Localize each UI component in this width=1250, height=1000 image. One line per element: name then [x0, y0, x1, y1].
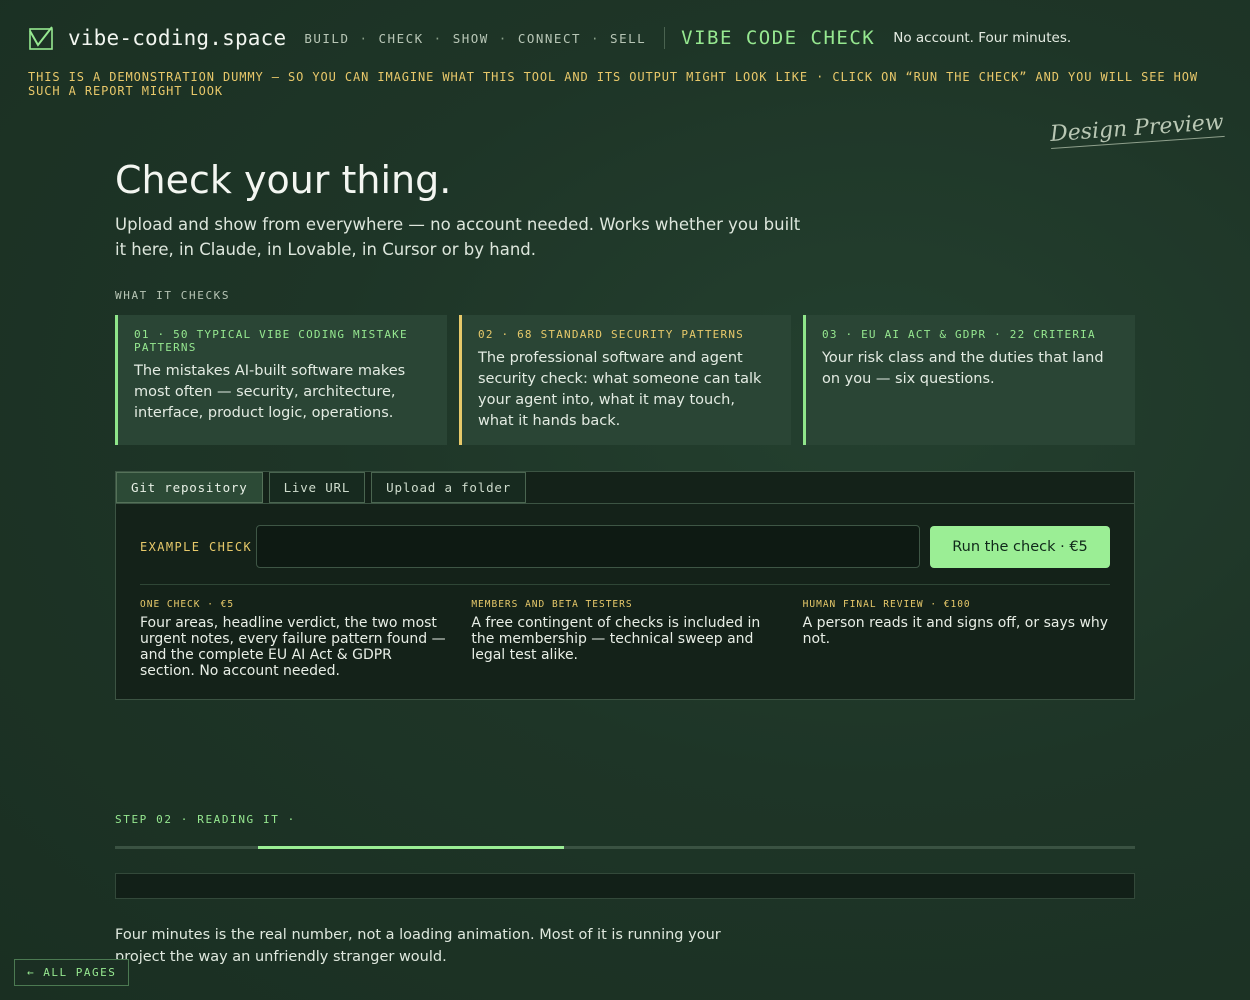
nav-item-build[interactable]: BUILD: [304, 31, 349, 46]
nav-item-sell[interactable]: SELL: [610, 31, 646, 46]
tab-git-repository[interactable]: Git repository: [116, 472, 263, 503]
example-check-label: EXAMPLE CHECK: [140, 539, 253, 554]
nav-item-check[interactable]: CHECK: [379, 31, 424, 46]
check-input-row: EXAMPLE CHECK Run the check · €5: [140, 525, 1110, 568]
nav-separator: ·: [498, 30, 508, 46]
progress-bar: [115, 846, 1135, 849]
checkmark-logo-icon[interactable]: [28, 25, 54, 51]
nav-item-show[interactable]: SHOW: [453, 31, 489, 46]
nav-separator: ·: [433, 30, 443, 46]
header-divider: [664, 27, 666, 49]
tier-body: A free contingent of checks is included …: [471, 615, 761, 663]
check-card-security-patterns: 02 · 68 STANDARD SECURITY PATTERNS The p…: [459, 315, 791, 445]
tabs-underline: [116, 503, 1134, 504]
step-label: STEP 02 · READING IT ·: [115, 813, 296, 826]
source-tabs: Git repository Live URL Upload a folder: [116, 472, 527, 503]
all-pages-button[interactable]: ← ALL PAGES: [14, 959, 130, 986]
card-body: The professional software and agent secu…: [478, 350, 762, 429]
page-lead: Upload and show from everywhere — no acc…: [115, 215, 801, 259]
panel-divider: [140, 584, 1110, 585]
demo-banner: THIS IS A DEMONSTRATION DUMMY — SO YOU C…: [28, 70, 1198, 98]
check-panel: Git repository Live URL Upload a folder …: [115, 471, 1135, 700]
step-note: Four minutes is the real number, not a l…: [115, 927, 721, 965]
design-preview-stamp: Design Preview: [1049, 109, 1225, 150]
tab-upload-folder[interactable]: Upload a folder: [371, 472, 527, 503]
pricing-tiers: ONE CHECK · €5 Four areas, headline verd…: [140, 599, 1110, 679]
tier-members: MEMBERS AND BETA TESTERS A free continge…: [471, 599, 778, 679]
tier-body: A person reads it and signs off, or says…: [802, 615, 1109, 647]
card-title: 03 · EU AI ACT & GDPR · 22 CRITERIA: [822, 328, 1096, 341]
tier-title: MEMBERS AND BETA TESTERS: [471, 599, 633, 610]
tier-body: Four areas, headline verdict, the two mo…: [140, 615, 446, 679]
nav-separator: ·: [591, 30, 601, 46]
tier-human-review: HUMAN FINAL REVIEW · €100 A person reads…: [803, 599, 1110, 679]
card-title: 02 · 68 STANDARD SECURITY PATTERNS: [478, 328, 744, 341]
main-nav: BUILD · CHECK · SHOW · CONNECT · SELL: [304, 31, 646, 46]
tier-title: ONE CHECK · €5: [140, 599, 235, 610]
header-tagline: No account. Four minutes.: [893, 30, 1072, 46]
card-body: The mistakes AI-built software makes mos…: [134, 363, 406, 421]
brand-name[interactable]: vibe-coding.space: [68, 26, 286, 50]
top-bar: vibe-coding.space BUILD · CHECK · SHOW ·…: [28, 22, 1230, 54]
check-cards: 01 · 50 TYPICAL VIBE CODING MISTAKE PATT…: [115, 315, 1135, 445]
card-title: 01 · 50 TYPICAL VIBE CODING MISTAKE PATT…: [134, 328, 408, 354]
check-card-eu-ai-act: 03 · EU AI ACT & GDPR · 22 CRITERIA Your…: [803, 315, 1135, 445]
run-check-button[interactable]: Run the check · €5: [930, 525, 1110, 568]
card-body: Your risk class and the duties that land…: [822, 350, 1104, 387]
page-title: Check your thing.: [115, 158, 452, 202]
repository-url-input[interactable]: [256, 525, 920, 568]
check-card-mistake-patterns: 01 · 50 TYPICAL VIBE CODING MISTAKE PATT…: [115, 315, 447, 445]
what-it-checks-label: WHAT IT CHECKS: [115, 289, 231, 302]
tier-one-check: ONE CHECK · €5 Four areas, headline verd…: [140, 599, 447, 679]
status-output-bar: [115, 873, 1135, 899]
tier-title: HUMAN FINAL REVIEW · €100: [802, 599, 971, 610]
progress-fill: [257, 846, 564, 849]
tab-live-url[interactable]: Live URL: [268, 472, 366, 503]
nav-item-connect[interactable]: CONNECT: [518, 31, 581, 46]
product-title: VIBE CODE CHECK: [681, 27, 876, 49]
nav-separator: ·: [359, 30, 369, 46]
